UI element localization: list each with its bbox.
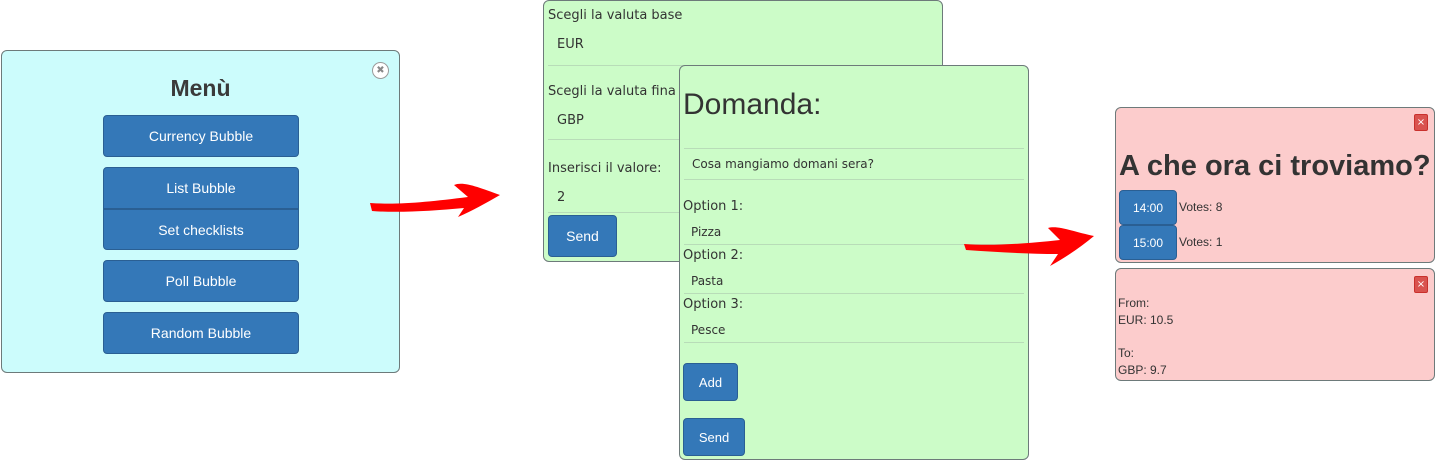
- divider: [684, 148, 1024, 149]
- arrow-right-icon: [964, 227, 1094, 266]
- vote-option-1-button[interactable]: 14:00: [1119, 190, 1177, 225]
- vote-option-1-label: 14:00: [1132, 200, 1164, 215]
- poll-send-label: Send: [698, 429, 730, 445]
- to-value: GBP: 9.7: [1118, 363, 1167, 377]
- option-2-input[interactable]: Pasta: [691, 274, 723, 288]
- poll-question-input[interactable]: Cosa mangiamo domani sera?: [692, 157, 874, 171]
- amount-input[interactable]: 2: [557, 190, 565, 205]
- close-icon[interactable]: ✖: [372, 62, 389, 79]
- poll-send-button[interactable]: Send: [683, 418, 745, 456]
- poll-result-panel: × A che ora ci troviamo? 14:00 Votes: 8 …: [1115, 107, 1435, 263]
- poll-bubble-button[interactable]: Poll Bubble: [103, 260, 299, 302]
- list-bubble-label: List Bubble: [166, 180, 236, 196]
- poll-form-title: Domanda:: [683, 88, 822, 121]
- divider: [684, 179, 1024, 180]
- currency-send-label: Send: [566, 228, 599, 244]
- final-currency-label: Scegli la valuta fina: [548, 84, 676, 99]
- option-3-label: Option 3:: [683, 297, 744, 312]
- base-currency-select[interactable]: EUR: [557, 37, 584, 52]
- menu-title: Menù: [170, 75, 231, 101]
- divider: [684, 342, 1024, 343]
- add-option-label: Add: [698, 374, 723, 390]
- menu-panel: Menù ✖ Currency Bubble List Bubble Set c…: [1, 50, 400, 373]
- final-currency-select[interactable]: GBP: [557, 113, 584, 128]
- option-2-label: Option 2:: [683, 248, 744, 263]
- option-1-label: Option 1:: [683, 199, 744, 214]
- base-currency-label: Scegli la valuta base: [548, 8, 683, 23]
- currency-result-panel: × From: EUR: 10.5 To: GBP: 9.7: [1115, 268, 1435, 381]
- random-bubble-label: Random Bubble: [150, 325, 252, 341]
- set-checklists-label: Set checklists: [158, 221, 244, 238]
- option-3-input[interactable]: Pesce: [691, 323, 725, 337]
- close-button[interactable]: ×: [1414, 276, 1428, 293]
- vote-option-2-label: 15:00: [1132, 235, 1164, 250]
- amount-label: Inserisci il valore:: [548, 161, 662, 176]
- random-bubble-button[interactable]: Random Bubble: [103, 312, 299, 354]
- list-bubble-button[interactable]: List Bubble: [103, 167, 299, 209]
- from-label: From:: [1118, 296, 1150, 310]
- to-label: To:: [1118, 346, 1135, 360]
- arrow-right-icon: [370, 183, 500, 217]
- set-checklists-button[interactable]: Set checklists: [103, 209, 299, 250]
- add-option-button[interactable]: Add: [683, 363, 738, 401]
- close-button[interactable]: ×: [1414, 114, 1428, 131]
- currency-bubble-button[interactable]: Currency Bubble: [103, 115, 299, 157]
- currency-bubble-label: Currency Bubble: [148, 128, 254, 144]
- poll-bubble-label: Poll Bubble: [165, 273, 237, 289]
- poll-result-title: A che ora ci troviamo?: [1119, 150, 1431, 182]
- vote-count-2: Votes: 1: [1179, 235, 1223, 249]
- vote-count-1: Votes: 8: [1179, 200, 1223, 214]
- vote-option-2-button[interactable]: 15:00: [1119, 225, 1177, 260]
- divider: [684, 293, 1024, 294]
- currency-send-button[interactable]: Send: [548, 215, 617, 257]
- option-1-input[interactable]: Pizza: [691, 225, 721, 239]
- from-value: EUR: 10.5: [1118, 313, 1174, 327]
